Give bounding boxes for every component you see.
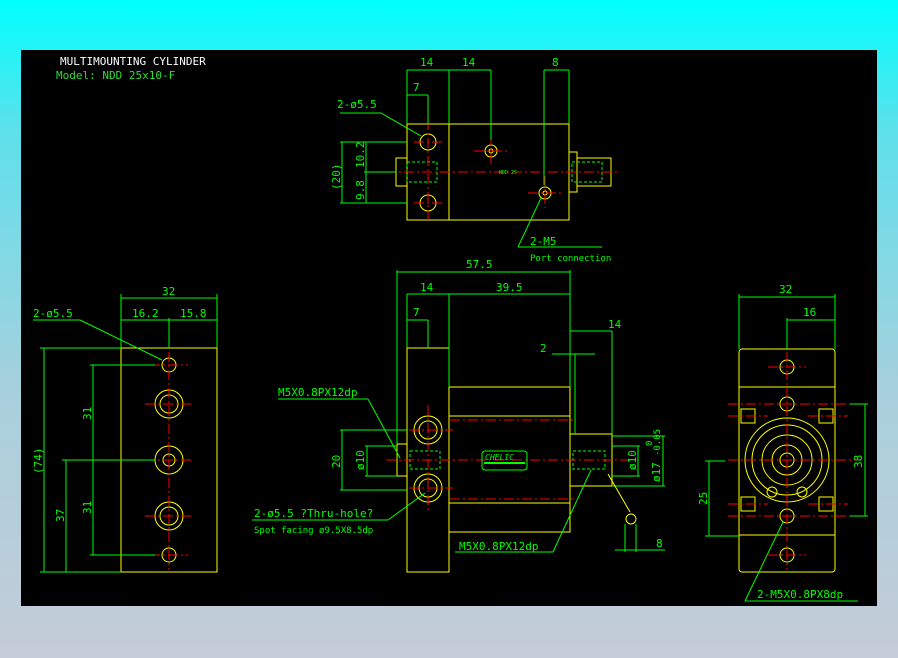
dim-left-31a: 31 <box>81 407 94 420</box>
thread-label-left: M5X0.8PX12dp <box>278 386 357 399</box>
dim-top-14a: 14 <box>420 56 434 69</box>
chelic-logo: CHELIC <box>485 453 514 462</box>
dim-dia-10-right: ø10 <box>626 450 639 470</box>
dim-14-rod: 14 <box>608 318 622 331</box>
dim-57-5: 57.5 <box>466 258 493 271</box>
dim-dia-17: ø17 <box>650 462 663 482</box>
dim-top-8: 8 <box>552 56 559 69</box>
thru-hole-label: 2-ø5.5 ?Thru-hole? <box>254 507 373 520</box>
dim-top-9-8: 9.8 <box>354 180 367 200</box>
dim-left-31b: 31 <box>81 501 94 514</box>
dim-top-10-2: 10.2 <box>354 142 367 169</box>
dim-left-74: (74) <box>32 448 45 475</box>
spot-facing-label: Spot facing ø9.5X8.5dp <box>254 526 373 536</box>
dim-7: 7 <box>413 306 420 319</box>
cad-drawing-canvas: MULTIMOUNTING CYLINDER Model: NDD 25x10-… <box>21 50 877 606</box>
thread-label-right: M5X0.8PX12dp <box>459 540 538 553</box>
dim-left-32: 32 <box>162 285 175 298</box>
right-thread-label: 2-M5X0.8PX8dp <box>757 588 843 601</box>
dim-20: 20 <box>330 455 343 468</box>
dim-8: 8 <box>656 537 663 550</box>
dim-39-5: 39.5 <box>496 281 523 294</box>
top-hole-label: 2-ø5.5 <box>337 98 377 111</box>
dim-2: 2 <box>540 342 547 355</box>
port-label: 2-M5 <box>530 235 557 248</box>
dim-right-25: 25 <box>697 492 710 505</box>
model-label: Model: NDD 25x10-F <box>56 69 175 82</box>
dim-top-7: 7 <box>413 81 420 94</box>
body-mark: NDD 25 <box>499 170 517 176</box>
dim-right-32: 32 <box>779 283 792 296</box>
dim-dia-10-left: ø10 <box>354 450 367 470</box>
dim-right-38: 38 <box>852 455 865 468</box>
port-note: Port connection <box>530 254 611 264</box>
dim-14: 14 <box>420 281 434 294</box>
dim-tolerance-upper: 0 <box>645 441 655 446</box>
left-hole-label: 2-ø5.5 <box>33 307 73 320</box>
dim-top-14b: 14 <box>462 56 476 69</box>
drawing-title: MULTIMOUNTING CYLINDER <box>60 55 206 68</box>
dim-right-16: 16 <box>803 306 816 319</box>
dim-left-16-2: 16.2 <box>132 307 159 320</box>
dim-left-15-8: 15.8 <box>180 307 207 320</box>
dim-left-37: 37 <box>54 509 67 522</box>
dim-top-20: (20) <box>330 164 343 191</box>
